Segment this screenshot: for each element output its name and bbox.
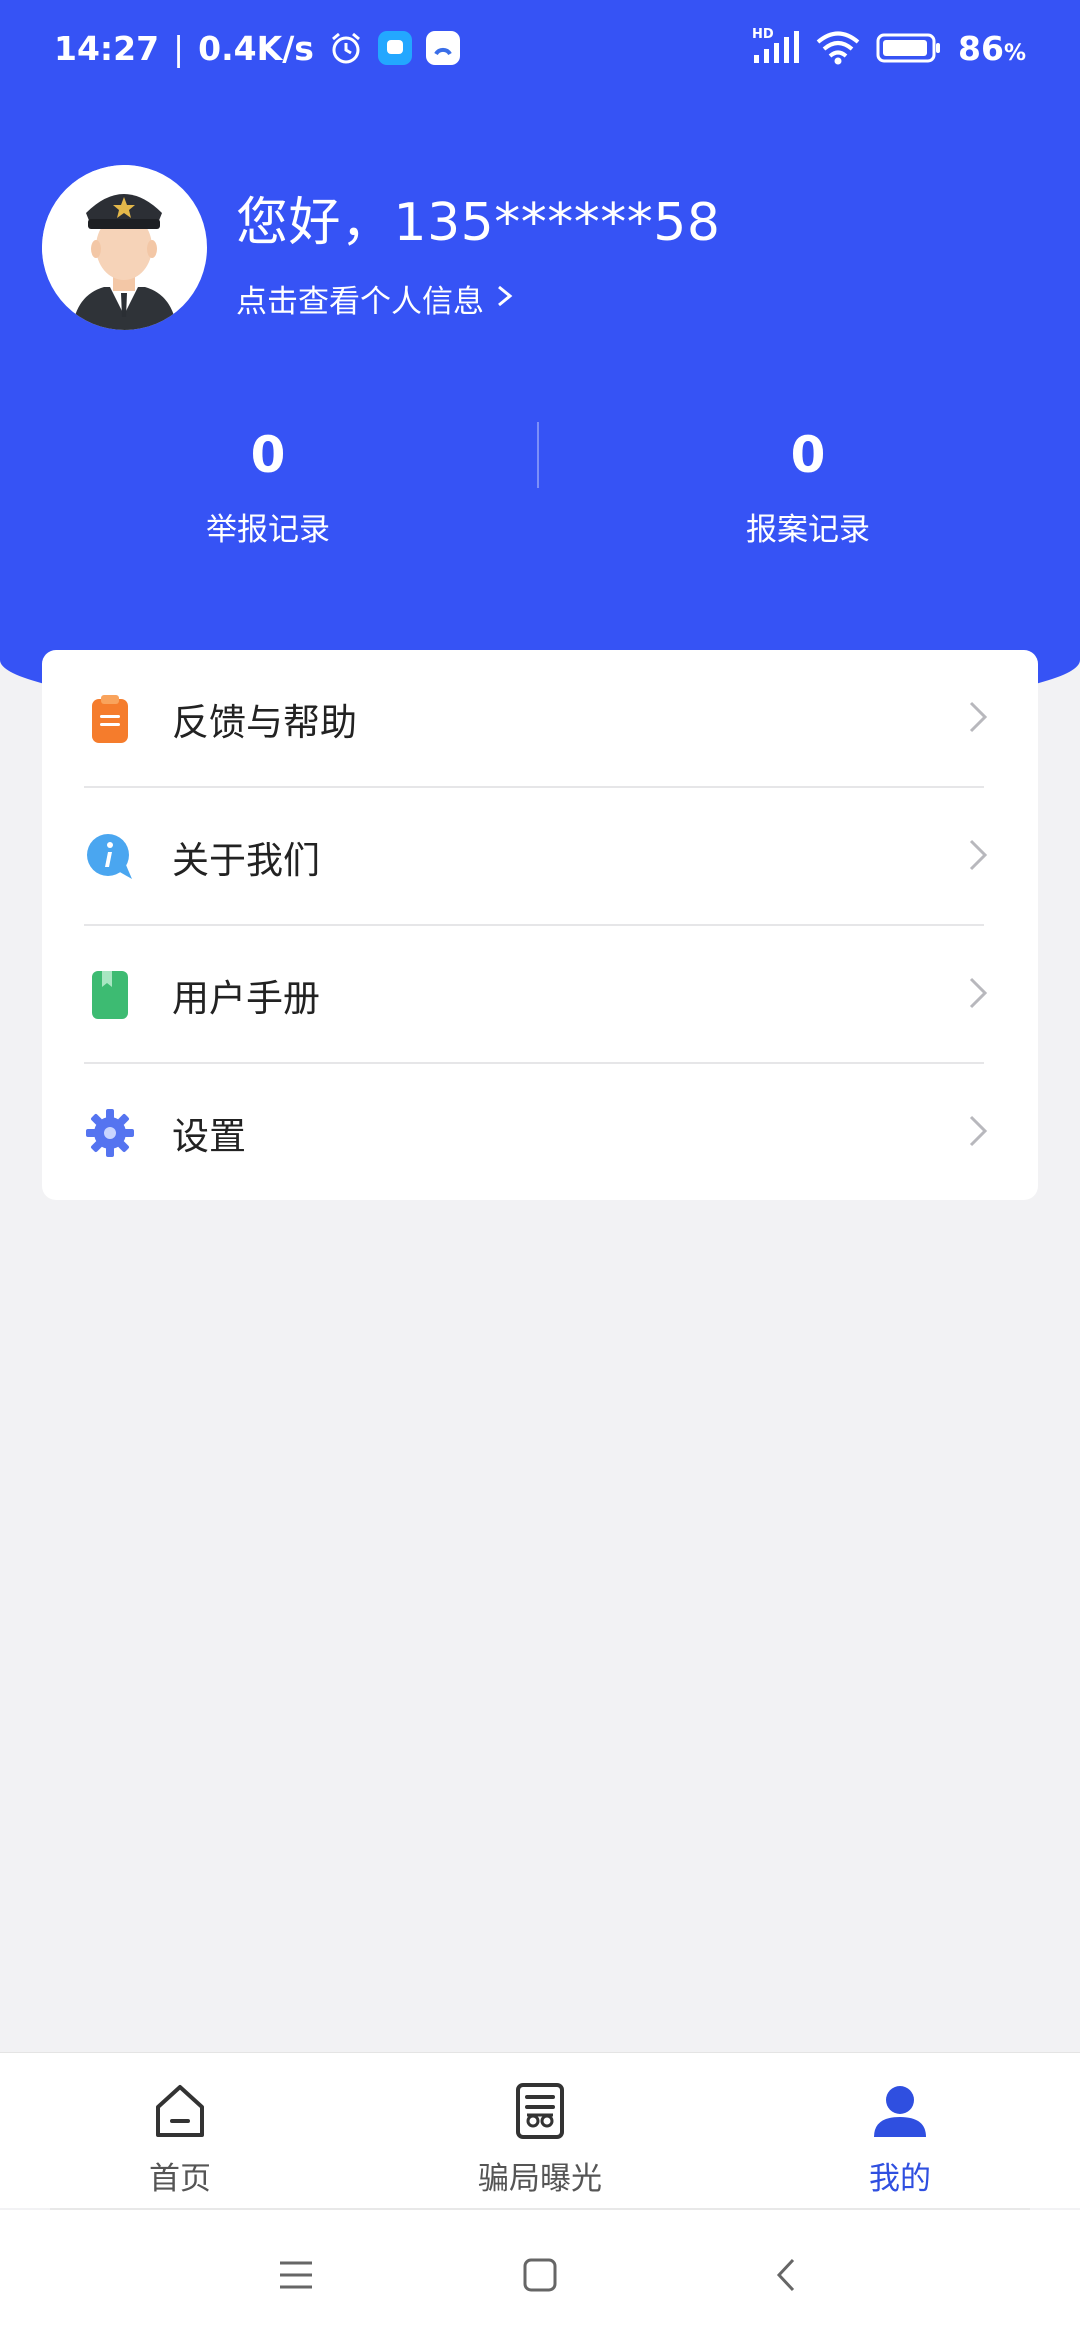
view-profile-link[interactable]: 点击查看个人信息 [236, 276, 514, 321]
menu-item-label: 设置 [172, 1115, 246, 1158]
tab-home-label: 首页 [149, 2161, 211, 2197]
chevron-right-icon [968, 838, 988, 876]
back-icon[interactable] [756, 2250, 816, 2300]
signal-icon: HD [752, 27, 800, 65]
menu-item-settings[interactable]: 设置 [42, 1064, 1038, 1202]
status-time: 14:27 [54, 28, 160, 68]
tab-home[interactable]: 首页 [60, 2081, 300, 2198]
info-bubble-icon [82, 829, 138, 885]
chevron-right-icon [968, 700, 988, 738]
my-page: 14:27 | 0.4K/s HD 86% 您好，135******58 点击查… [0, 0, 1080, 2340]
menu-item-about[interactable]: 关于我们 [42, 788, 1038, 926]
greeting-text: 您好，135******58 [236, 193, 721, 253]
manual-book-icon [82, 967, 138, 1023]
stats-divider [537, 422, 539, 488]
case-records-label: 报案记录 [746, 512, 870, 548]
alarm-icon [328, 30, 364, 66]
bottom-nav: 首页 骗局曝光 我的 [0, 2052, 1080, 2208]
tab-scam-exposure-label: 骗局曝光 [478, 2161, 602, 2197]
exposure-document-icon [510, 2083, 570, 2145]
chat-app-notification-icon [377, 31, 412, 65]
view-profile-label: 点击查看个人信息 [236, 284, 484, 320]
tab-scam-exposure[interactable]: 骗局曝光 [420, 2081, 660, 2198]
menu-icon[interactable] [266, 2250, 326, 2300]
chevron-right-icon [968, 976, 988, 1014]
user-icon [870, 2086, 930, 2145]
gear-icon [82, 1105, 138, 1161]
battery-unit: % [1003, 40, 1026, 66]
app-notification-icon [425, 31, 460, 65]
report-records-stat[interactable]: 0 举报记录 [68, 420, 468, 549]
case-records-count: 0 [790, 426, 826, 484]
status-speed: 0.4K/s [198, 28, 314, 68]
case-records-stat[interactable]: 0 报案记录 [608, 420, 1008, 549]
battery-percent: 86 [958, 28, 1004, 68]
report-records-count: 0 [250, 426, 286, 484]
home-square-icon[interactable] [510, 2250, 570, 2300]
chevron-right-icon [968, 1114, 988, 1152]
menu-item-label: 用户手册 [172, 977, 320, 1020]
menu-card: 反馈与帮助 关于我们 用户手册 设置 [42, 650, 1038, 1200]
report-records-label: 举报记录 [206, 512, 330, 548]
wifi-icon [816, 31, 860, 65]
header-background [0, 0, 1080, 720]
home-icon [150, 2085, 210, 2145]
battery-level: 86% [958, 29, 1026, 68]
chevron-right-icon [496, 281, 514, 317]
status-separator: | [173, 28, 185, 68]
tab-mine[interactable]: 我的 [780, 2081, 1020, 2198]
avatar[interactable] [42, 165, 207, 330]
system-nav-bar [0, 2210, 1080, 2340]
menu-item-label: 关于我们 [172, 839, 320, 882]
tab-mine-label: 我的 [869, 2161, 931, 2197]
battery-icon [876, 32, 942, 64]
menu-item-feedback[interactable]: 反馈与帮助 [42, 650, 1038, 788]
menu-item-user-manual[interactable]: 用户手册 [42, 926, 1038, 1064]
feedback-clipboard-icon [82, 691, 138, 747]
menu-item-label: 反馈与帮助 [172, 701, 357, 744]
network-type-label: HD [752, 27, 774, 42]
status-bar: 14:27 | 0.4K/s HD 86% [0, 0, 1080, 96]
